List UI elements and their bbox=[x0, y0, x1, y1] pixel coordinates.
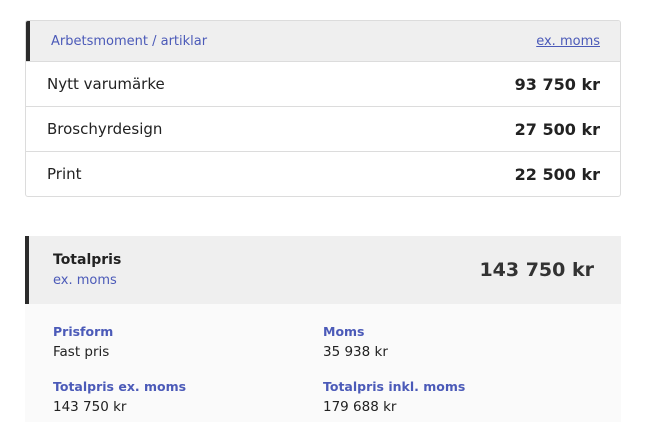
detail-label: Totalpris ex. moms bbox=[53, 379, 187, 394]
detail-label: Moms bbox=[323, 324, 365, 339]
detail-price-form: Prisform Fast pris bbox=[53, 324, 323, 367]
detail-value: Fast pris bbox=[53, 344, 110, 360]
table-row: Nytt varumärke 93 750 kr bbox=[26, 61, 620, 106]
total-label: Totalpris bbox=[53, 252, 122, 268]
detail-total-inc-vat: Totalpris inkl. moms 179 688 kr bbox=[323, 379, 593, 422]
detail-value: 35 938 kr bbox=[323, 344, 388, 360]
items-table: Arbetsmoment / artiklar ex. moms Nytt va… bbox=[25, 20, 621, 197]
total-label-group: Totalpris ex. moms bbox=[53, 252, 121, 288]
total-amount: 143 750 kr bbox=[479, 259, 594, 281]
item-price: 27 500 kr bbox=[514, 119, 600, 139]
quote-summary: Arbetsmoment / artiklar ex. moms Nytt va… bbox=[25, 20, 621, 422]
detail-value: 143 750 kr bbox=[53, 399, 127, 415]
table-row: Print 22 500 kr bbox=[26, 151, 620, 196]
item-name: Broschyrdesign bbox=[47, 120, 163, 138]
item-price: 22 500 kr bbox=[514, 164, 600, 184]
item-name: Print bbox=[47, 165, 82, 183]
item-price: 93 750 kr bbox=[514, 74, 600, 94]
detail-value: 179 688 kr bbox=[323, 399, 397, 415]
total-sublabel: ex. moms bbox=[53, 273, 117, 288]
item-name: Nytt varumärke bbox=[47, 75, 165, 93]
vat-excluded-link[interactable]: ex. moms bbox=[536, 34, 600, 49]
price-details: Prisform Fast pris Moms 35 938 kr Totalp… bbox=[25, 304, 621, 422]
detail-label: Totalpris inkl. moms bbox=[323, 379, 466, 394]
detail-total-ex-vat: Totalpris ex. moms 143 750 kr bbox=[53, 379, 323, 422]
items-column-header: Arbetsmoment / artiklar bbox=[51, 33, 208, 49]
detail-vat: Moms 35 938 kr bbox=[323, 324, 593, 367]
detail-label: Prisform bbox=[53, 324, 114, 339]
total-price-box: Totalpris ex. moms 143 750 kr bbox=[25, 236, 621, 304]
items-table-header: Arbetsmoment / artiklar ex. moms bbox=[26, 21, 620, 61]
table-row: Broschyrdesign 27 500 kr bbox=[26, 106, 620, 151]
